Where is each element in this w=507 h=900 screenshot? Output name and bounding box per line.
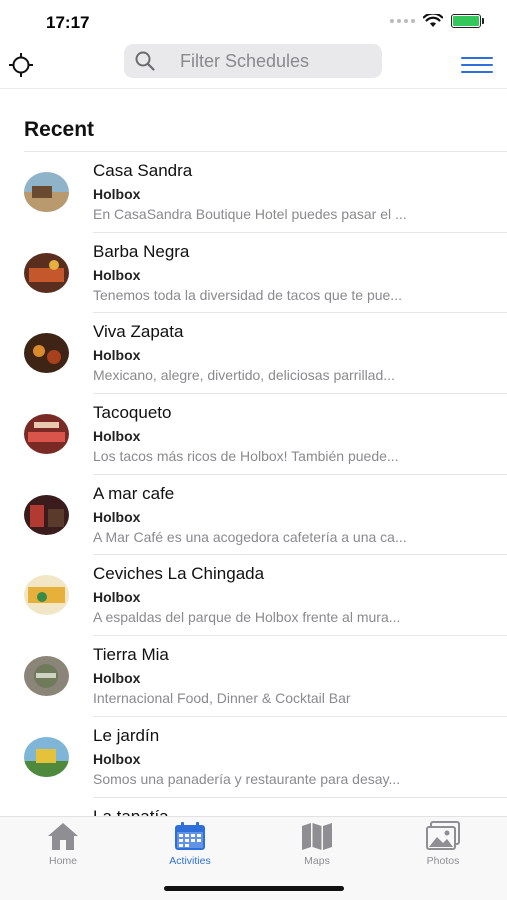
item-location: Holbox <box>93 670 141 687</box>
top-bar <box>0 44 507 88</box>
status-bar: 17:17 <box>0 0 507 44</box>
tab-activities[interactable]: Activities <box>145 821 235 867</box>
item-location: Holbox <box>93 589 141 606</box>
item-description: Mexicano, alegre, divertido, deliciosas … <box>93 367 395 384</box>
crosshair-icon <box>9 53 33 77</box>
item-description: En CasaSandra Boutique Hotel puedes pasa… <box>93 206 407 222</box>
menu-line <box>461 71 493 73</box>
top-divider <box>0 88 507 89</box>
tab-maps[interactable]: Maps <box>272 821 362 867</box>
menu-button[interactable] <box>461 54 493 76</box>
battery-icon <box>451 14 484 28</box>
item-title: Ceviches La Chingada <box>93 564 265 584</box>
item-description: Tenemos toda la diversidad de tacos que … <box>93 286 402 303</box>
item-title: Casa Sandra <box>93 161 193 180</box>
photos-icon <box>425 821 461 851</box>
thumbnail-image <box>24 414 69 455</box>
list-item[interactable]: Ceviches La Chingada Holbox A espaldas d… <box>0 555 507 637</box>
item-location: Holbox <box>93 266 141 283</box>
menu-line <box>461 57 493 59</box>
item-description: Los tacos más ricos de Holbox! También p… <box>93 448 399 465</box>
item-title: La tapatía <box>93 806 169 817</box>
item-description: Internacional Food, Dinner & Cocktail Ba… <box>93 690 351 707</box>
thumbnail-image <box>24 333 69 374</box>
map-icon <box>299 821 335 851</box>
tab-label: Home <box>48 855 77 867</box>
thumbnail-image <box>24 252 69 293</box>
list-item[interactable]: Tierra Mia Holbox Internacional Food, Di… <box>0 636 507 717</box>
home-indicator <box>164 886 344 891</box>
search-input[interactable] <box>180 50 370 72</box>
tab-home[interactable]: Home <box>18 821 108 867</box>
thumbnail-image <box>24 575 69 616</box>
item-title: Viva Zapata <box>93 322 184 342</box>
item-description: A espaldas del parque de Holbox frente a… <box>93 609 401 626</box>
menu-line <box>461 64 493 66</box>
signal-icon <box>390 19 415 23</box>
section-title: Recent <box>24 118 95 141</box>
item-title: Tierra Mia <box>93 645 169 665</box>
list-item[interactable]: La tapatía <box>0 798 507 817</box>
item-location: Holbox <box>93 186 141 202</box>
list-item[interactable]: Tacoqueto Holbox Los tacos más ricos de … <box>0 394 507 475</box>
tab-label: Photos <box>426 855 460 867</box>
tab-photos[interactable]: Photos <box>398 821 488 867</box>
thumbnail-image <box>24 736 69 777</box>
list-item[interactable]: A mar cafe Holbox A Mar Café es una acog… <box>0 475 507 556</box>
item-location: Holbox <box>93 347 141 364</box>
schedule-list[interactable]: Casa Sandra Holbox En CasaSandra Boutiqu… <box>0 152 507 816</box>
calendar-icon <box>172 821 208 851</box>
list-item[interactable]: Casa Sandra Holbox En CasaSandra Boutiqu… <box>0 152 507 233</box>
search-bar[interactable] <box>124 44 382 78</box>
item-title: Barba Negra <box>93 241 190 261</box>
item-description: Somos una panadería y restaurante para d… <box>93 770 401 787</box>
item-location: Holbox <box>93 750 141 767</box>
item-title: A mar cafe <box>93 483 175 503</box>
tab-label: Activities <box>169 855 211 867</box>
status-icons <box>390 14 484 28</box>
thumbnail-image <box>24 494 69 535</box>
locate-button[interactable] <box>6 50 36 80</box>
item-location: Holbox <box>93 428 141 445</box>
home-icon <box>45 821 81 851</box>
tab-label: Maps <box>304 855 330 867</box>
item-location: Holbox <box>93 508 141 525</box>
wifi-icon <box>423 14 443 27</box>
item-description: A Mar Café es una acogedora cafetería a … <box>93 528 407 545</box>
status-time: 17:17 <box>46 13 90 32</box>
list-item[interactable]: Le jardín Holbox Somos una panadería y r… <box>0 717 507 798</box>
list-item[interactable]: Viva Zapata Holbox Mexicano, alegre, div… <box>0 313 507 395</box>
search-icon <box>134 50 156 72</box>
item-title: Le jardín <box>93 725 160 745</box>
item-title: Tacoqueto <box>93 403 172 423</box>
list-item[interactable]: Barba Negra Holbox Tenemos toda la diver… <box>0 233 507 314</box>
thumbnail-image <box>24 656 69 697</box>
thumbnail-image <box>24 172 69 212</box>
